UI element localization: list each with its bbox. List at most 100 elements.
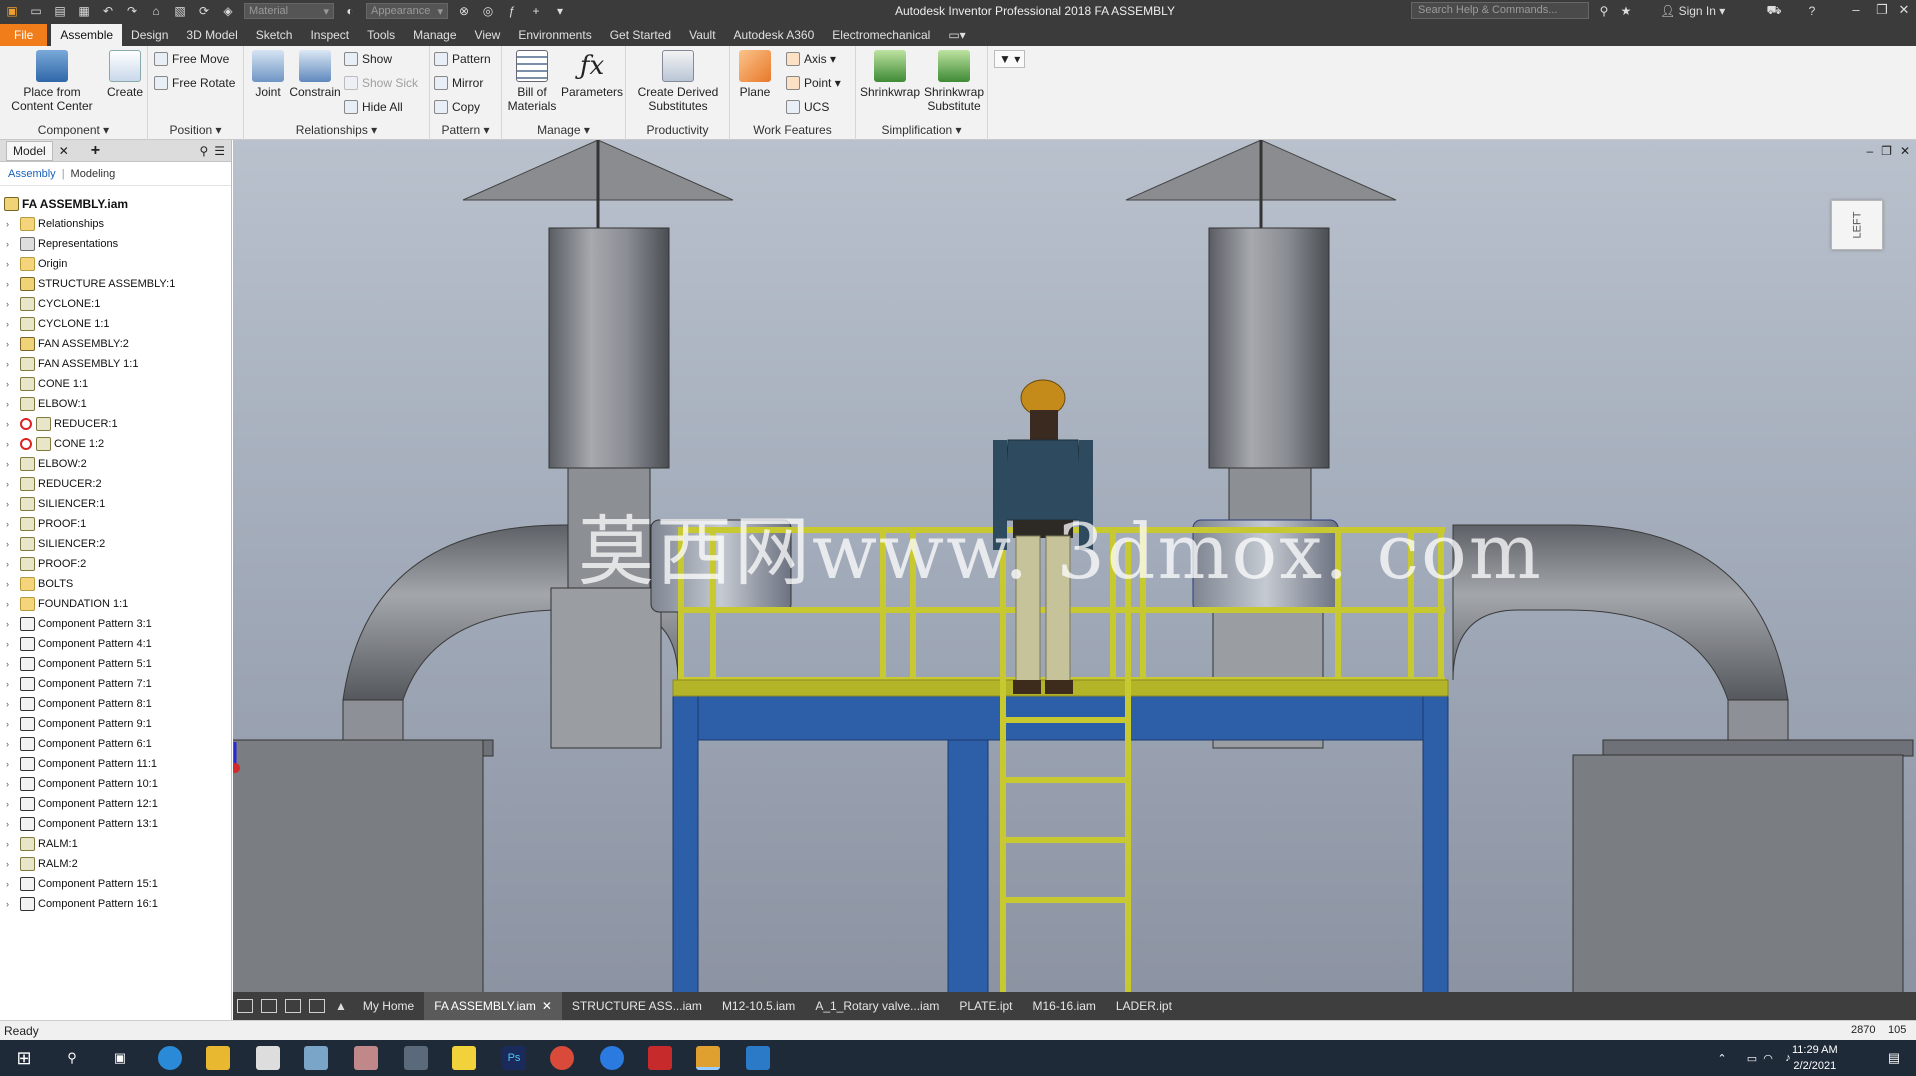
expand-chevron-icon[interactable]: › — [6, 279, 16, 289]
document-tab[interactable]: My Home — [353, 992, 424, 1020]
expand-chevron-icon[interactable]: › — [6, 359, 16, 369]
pattern-panel-title[interactable]: Pattern ▾ — [430, 122, 501, 138]
calculator-icon[interactable] — [404, 1046, 428, 1070]
expand-chevron-icon[interactable]: › — [6, 419, 16, 429]
tree-item[interactable]: › Component Pattern 16:1 — [0, 894, 158, 914]
file-explorer-icon[interactable] — [206, 1046, 230, 1070]
help-search-input[interactable]: Search Help & Commands... — [1411, 2, 1589, 19]
tree-item[interactable]: › Component Pattern 10:1 — [0, 774, 158, 794]
photos-icon[interactable] — [746, 1046, 770, 1070]
joint-button[interactable]: Joint — [248, 50, 288, 99]
shrinkwrap-substitute-button[interactable]: Shrinkwrap Substitute — [922, 50, 986, 113]
tab-3d-model[interactable]: 3D Model — [177, 24, 246, 46]
tree-item[interactable]: › Component Pattern 8:1 — [0, 694, 152, 714]
tree-item[interactable]: › CONE 1:2 — [0, 434, 104, 454]
expand-chevron-icon[interactable]: › — [6, 439, 16, 449]
expand-chevron-icon[interactable]: › — [6, 239, 16, 249]
plus-icon[interactable]: + — [527, 3, 545, 19]
tree-item[interactable]: › Component Pattern 3:1 — [0, 614, 152, 634]
store-icon[interactable] — [256, 1046, 280, 1070]
tree-item[interactable]: › Relationships — [0, 214, 104, 234]
document-tab[interactable]: PLATE.ipt — [949, 992, 1022, 1020]
relationships-panel-title[interactable]: Relationships ▾ — [244, 122, 429, 138]
expand-chevron-icon[interactable]: › — [6, 899, 16, 909]
model-tab[interactable]: Model — [6, 140, 53, 161]
expand-chevron-icon[interactable]: › — [6, 519, 16, 529]
tree-item[interactable]: › Component Pattern 12:1 — [0, 794, 158, 814]
mirror-button[interactable]: Mirror — [434, 74, 483, 92]
tab-get-started[interactable]: Get Started — [601, 24, 680, 46]
tree-item[interactable]: › Component Pattern 4:1 — [0, 634, 152, 654]
place-content-center-button[interactable]: Place from Content Center — [6, 50, 98, 113]
clear-appearance-icon[interactable]: ⊗ — [455, 3, 473, 19]
star-icon[interactable]: ★ — [1617, 3, 1635, 19]
tree-item[interactable]: › RALM:2 — [0, 854, 78, 874]
app-logo-icon[interactable]: ▣ — [3, 3, 21, 19]
update-icon[interactable]: ⟳ — [195, 3, 213, 19]
expand-chevron-icon[interactable]: › — [6, 219, 16, 229]
expand-chevron-icon[interactable]: › — [6, 599, 16, 609]
tab-manage[interactable]: Manage — [404, 24, 465, 46]
ucs-button[interactable]: UCS — [786, 98, 829, 116]
chrome-icon[interactable] — [550, 1046, 574, 1070]
tree-item[interactable]: › Component Pattern 7:1 — [0, 674, 152, 694]
help-icon[interactable]: ? — [1803, 3, 1821, 19]
component-panel-title[interactable]: Component ▾ — [0, 122, 147, 138]
add-tab-icon[interactable]: + — [91, 142, 100, 160]
tree-item[interactable]: › ELBOW:1 — [0, 394, 87, 414]
expand-chevron-icon[interactable]: › — [6, 759, 16, 769]
open-folder-icon[interactable]: ▤ — [51, 3, 69, 19]
document-tab[interactable]: LADER.ipt — [1106, 992, 1182, 1020]
undo-icon[interactable]: ↶ — [99, 3, 117, 19]
sign-in-button[interactable]: 👤︎ Sign In ▾ — [1660, 4, 1725, 18]
tray-chevron-icon[interactable]: ⌃ — [1710, 1046, 1734, 1070]
bill-of-materials-button[interactable]: Bill of Materials — [504, 50, 560, 113]
minimize-viewport-icon[interactable]: – — [1866, 144, 1873, 158]
tree-item[interactable]: › BOLTS — [0, 574, 73, 594]
notification-icon[interactable]: ▤ — [1882, 1046, 1906, 1070]
tree-item[interactable]: › PROOF:1 — [0, 514, 86, 534]
copy-button[interactable]: Copy — [434, 98, 480, 116]
tree-item[interactable]: › REDUCER:2 — [0, 474, 102, 494]
select-icon[interactable]: ▧ — [171, 3, 189, 19]
appearance-icon[interactable]: ◐ — [341, 3, 359, 19]
tab-sketch[interactable]: Sketch — [247, 24, 302, 46]
expand-chevron-icon[interactable]: › — [6, 819, 16, 829]
tab-design[interactable]: Design — [122, 24, 177, 46]
app-icon[interactable] — [304, 1046, 328, 1070]
tree-item[interactable]: › REDUCER:1 — [0, 414, 118, 434]
tree-item[interactable]: › Component Pattern 15:1 — [0, 874, 158, 894]
measure-icon[interactable]: ◈ — [219, 3, 237, 19]
document-tab[interactable]: M12-10.5.iam — [712, 992, 805, 1020]
tile-horizontal-icon[interactable] — [285, 999, 301, 1013]
manage-panel-title[interactable]: Manage ▾ — [502, 122, 625, 138]
tab-inspect[interactable]: Inspect — [301, 24, 358, 46]
close-tab-icon[interactable]: ✕ — [59, 144, 69, 158]
edge-browser-icon[interactable] — [158, 1046, 182, 1070]
expand-chevron-icon[interactable]: › — [6, 619, 16, 629]
tab-environments[interactable]: Environments — [509, 24, 600, 46]
ribbon-options-button[interactable]: ▼ ▾ — [994, 50, 1026, 68]
tree-item[interactable]: › Component Pattern 11:1 — [0, 754, 157, 774]
new-file-icon[interactable]: ▭ — [27, 3, 45, 19]
parameters-button[interactable]: ƒx Parameters — [560, 50, 624, 99]
inventor-icon[interactable] — [696, 1046, 720, 1070]
document-tab[interactable]: A_1_Rotary valve...iam — [805, 992, 949, 1020]
show-sick-button[interactable]: Show Sick — [344, 74, 418, 92]
create-component-button[interactable]: Create — [104, 50, 146, 99]
tree-item[interactable]: › FAN ASSEMBLY 1:1 — [0, 354, 138, 374]
acrobat-icon[interactable] — [648, 1046, 672, 1070]
system-clock[interactable]: 11:29 AM 2/2/2021 — [1792, 1042, 1838, 1074]
task-view-icon[interactable]: ▣ — [108, 1046, 132, 1070]
tab-file[interactable]: File — [0, 24, 48, 46]
search-icon[interactable]: ⚲ — [199, 144, 208, 158]
show-button[interactable]: Show — [344, 50, 392, 68]
tree-item[interactable]: › PROOF:2 — [0, 554, 86, 574]
tile-windows-icon[interactable] — [261, 999, 277, 1013]
create-derived-substitutes-button[interactable]: Create Derived Substitutes — [630, 50, 726, 113]
shrinkwrap-button[interactable]: Shrinkwrap — [858, 50, 922, 99]
app-icon[interactable] — [354, 1046, 378, 1070]
expand-chevron-icon[interactable]: › — [6, 739, 16, 749]
position-panel-title[interactable]: Position ▾ — [148, 122, 243, 138]
expand-chevron-icon[interactable]: › — [6, 299, 16, 309]
